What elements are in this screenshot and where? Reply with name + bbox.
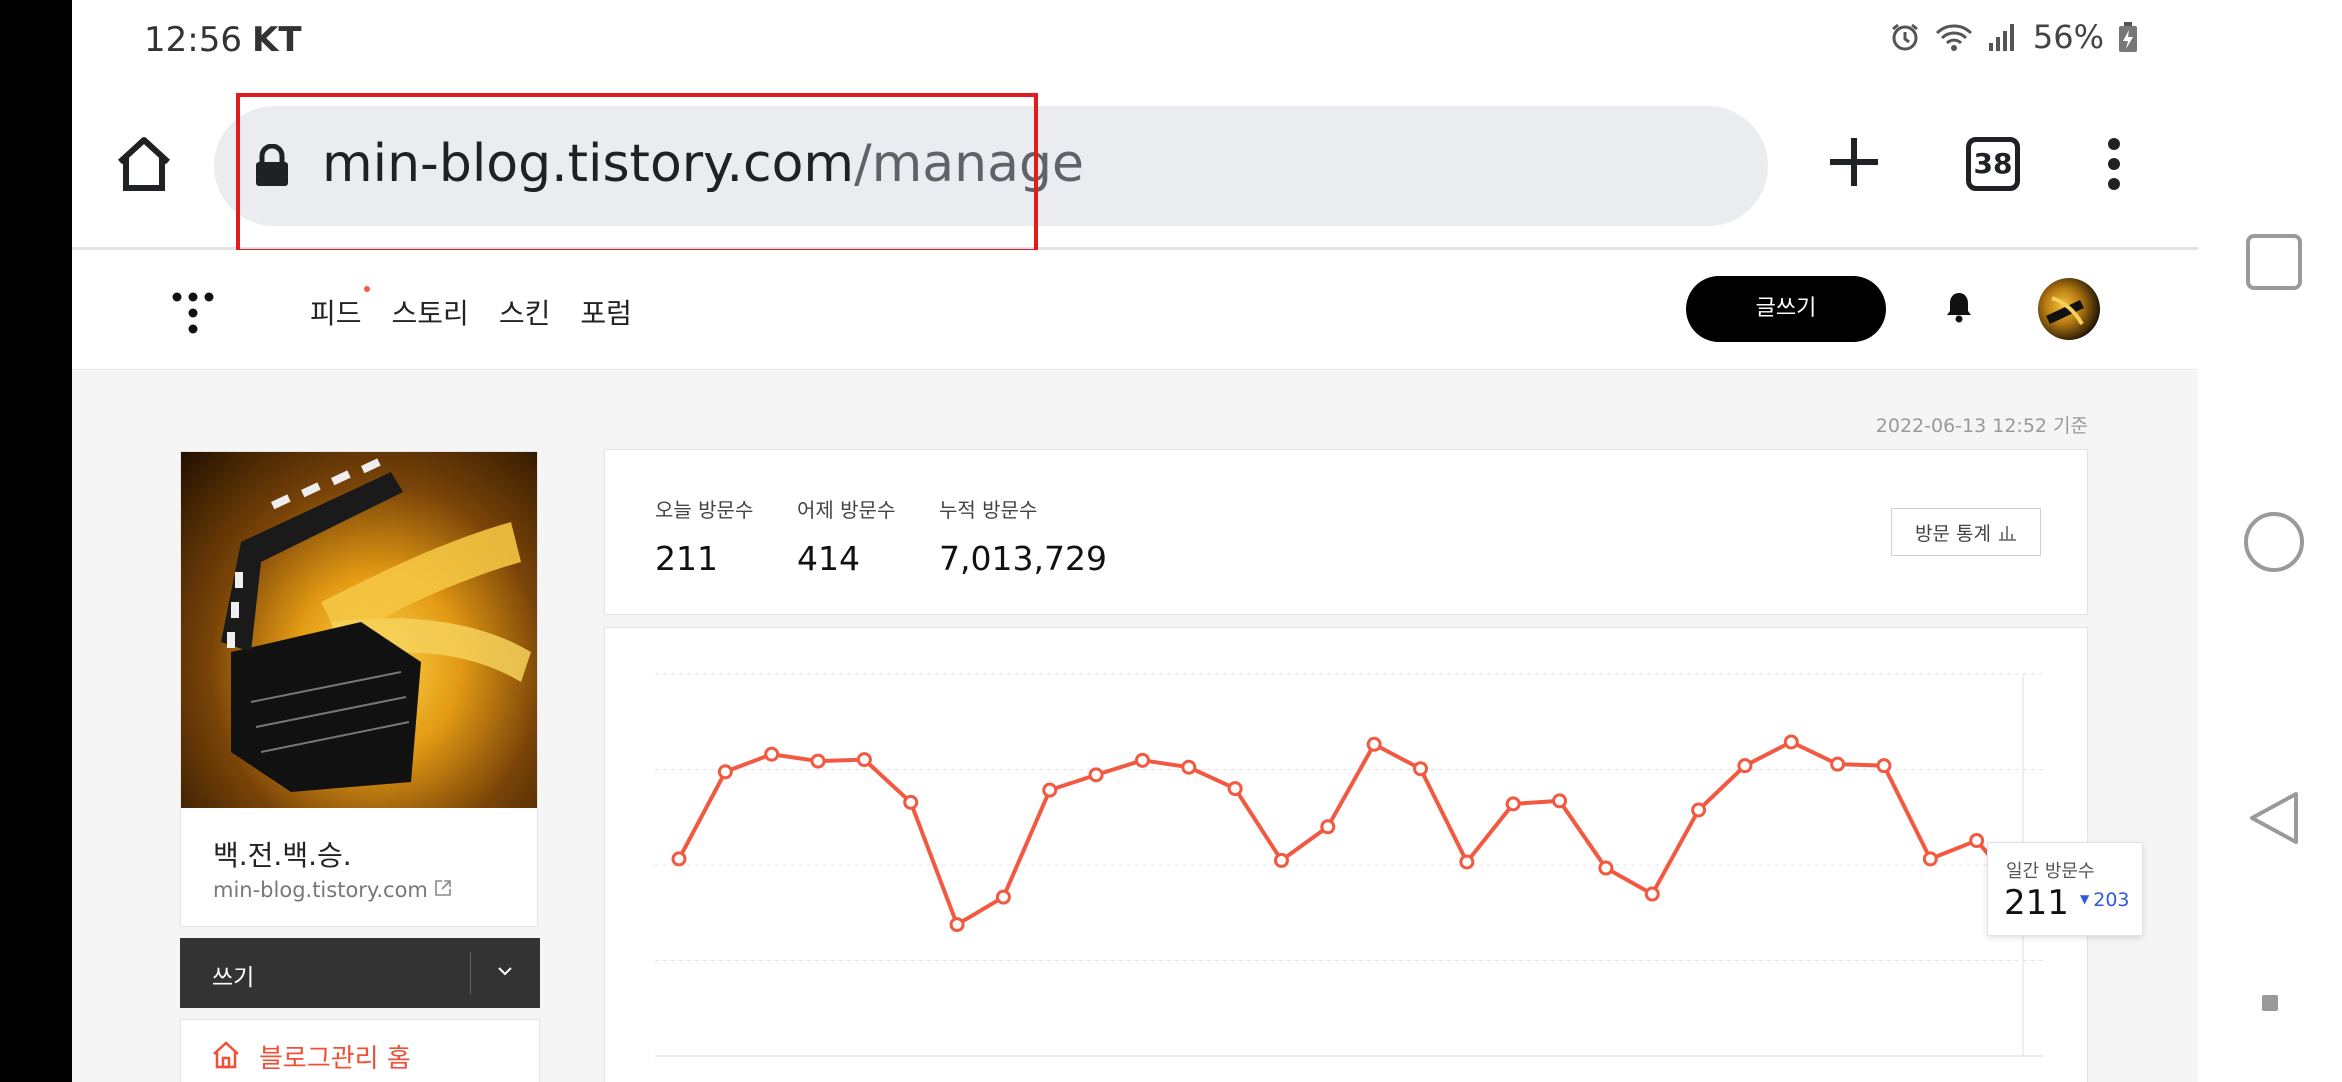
battery-percent: 56% — [2032, 18, 2104, 56]
tooltip-label: 일간 방문수 — [2006, 861, 2095, 882]
data-point[interactable] — [717, 764, 733, 780]
browser-toolbar: min-blog.tistory.com/manage 38 — [72, 82, 2198, 253]
data-point[interactable] — [1598, 860, 1614, 876]
data-point[interactable] — [1088, 767, 1104, 783]
data-point[interactable] — [671, 851, 687, 867]
blog-url-link[interactable]: min-blog.tistory.com — [213, 878, 452, 902]
status-time: 12:56 KT — [144, 20, 302, 60]
data-point[interactable] — [1320, 819, 1336, 835]
site-nav: 피드 스토리 스킨 포럼 — [310, 286, 632, 332]
status-carrier: KT — [251, 20, 302, 60]
blog-profile-card: 백.전.백.승. min-blog.tistory.com — [180, 451, 538, 927]
home-icon[interactable] — [112, 132, 176, 196]
signal-icon — [1988, 24, 2014, 51]
phone-screen: 12:56 KT 56% min-blog.tistory.com/manage … — [72, 0, 2198, 1082]
status-icons: 56% — [1889, 18, 2138, 56]
data-point[interactable] — [1366, 736, 1382, 752]
status-bar: 12:56 KT 56% — [72, 0, 2198, 82]
data-point[interactable] — [1783, 734, 1799, 750]
tooltip-value: 211 — [2004, 883, 2069, 923]
menu-home-label: 블로그관리 홈 — [259, 1044, 411, 1074]
data-point[interactable] — [995, 889, 1011, 905]
blog-cover-image[interactable] — [181, 452, 537, 808]
data-point[interactable] — [1552, 793, 1568, 809]
external-link-icon — [434, 878, 452, 902]
home-icon — [213, 1041, 239, 1069]
write-divider — [470, 952, 471, 994]
battery-charging-icon — [2119, 22, 2137, 52]
nav-skin[interactable]: 스킨 — [499, 292, 551, 332]
menu-blog-manage-home[interactable]: 블로그관리 홈 — [180, 1019, 540, 1082]
home-circle-icon[interactable] — [2244, 512, 2304, 572]
nav-forum[interactable]: 포럼 — [580, 292, 632, 332]
data-point[interactable] — [764, 746, 780, 762]
stat-yesterday-value: 414 — [797, 539, 860, 578]
avatar[interactable] — [2038, 278, 2100, 340]
stat-total: 누적 방문수 7,013,729 — [939, 494, 1107, 578]
triangle-down-icon: ▼ — [2080, 892, 2090, 906]
data-point[interactable] — [1737, 758, 1753, 774]
write-dropdown[interactable]: 쓰기 — [180, 938, 540, 1008]
data-point[interactable] — [856, 752, 872, 768]
stat-today-label: 오늘 방문수 — [655, 498, 754, 522]
nav-feed[interactable]: 피드 — [310, 286, 370, 332]
data-point[interactable] — [1227, 781, 1243, 797]
new-dot — [363, 286, 370, 292]
stat-total-value: 7,013,729 — [939, 539, 1107, 578]
stat-total-label: 누적 방문수 — [939, 498, 1038, 522]
data-point[interactable] — [1505, 796, 1521, 812]
visit-stats-button[interactable]: 방문 통계 — [1891, 508, 2041, 556]
write-post-button[interactable]: 글쓰기 — [1686, 276, 1886, 342]
alarm-icon — [1891, 23, 1918, 51]
dashboard-content: 2022-06-13 12:52 기준 백.전.백.승. min-blog.ti… — [72, 371, 2198, 1082]
nav-story[interactable]: 스토리 — [392, 292, 469, 332]
chart-tooltip: 일간 방문수 211 ▼ 203 — [1987, 842, 2143, 936]
data-point[interactable] — [810, 753, 826, 769]
data-point[interactable] — [1273, 852, 1289, 868]
stat-yesterday: 어제 방문수 414 — [797, 494, 895, 578]
recents-icon[interactable] — [2246, 234, 2302, 290]
stat-today: 오늘 방문수 211 — [655, 494, 753, 578]
visit-stats-label: 방문 통계 — [1915, 522, 1991, 545]
wifi-icon — [1935, 24, 1972, 51]
bell-icon[interactable] — [1944, 290, 1974, 324]
chevron-down-icon[interactable] — [494, 960, 516, 982]
data-point[interactable] — [1413, 761, 1429, 777]
data-point[interactable] — [1876, 758, 1892, 774]
url-highlight-box — [236, 93, 1038, 253]
tistory-logo-icon[interactable] — [170, 290, 216, 336]
data-point[interactable] — [1459, 854, 1475, 870]
blog-name[interactable]: 백.전.백.승. — [213, 834, 352, 874]
small-square-icon — [2262, 995, 2278, 1011]
bar-chart-icon — [1998, 526, 2016, 541]
data-point[interactable] — [1042, 782, 1058, 798]
visitor-stats-card: 오늘 방문수 211 어제 방문수 414 누적 방문수 7,013,729 방… — [604, 449, 2088, 615]
data-point[interactable] — [1969, 833, 1985, 849]
plus-icon[interactable] — [1824, 132, 1884, 192]
data-point[interactable] — [1181, 759, 1197, 775]
site-header: 피드 스토리 스킨 포럼 글쓰기 — [72, 250, 2198, 370]
stat-yesterday-label: 어제 방문수 — [797, 498, 896, 522]
data-point[interactable] — [903, 794, 919, 810]
back-icon[interactable] — [2244, 788, 2304, 848]
stats-timestamp: 2022-06-13 12:52 기준 — [1875, 415, 2088, 437]
tooltip-prev-value: ▼ 203 — [2080, 889, 2130, 911]
data-point[interactable] — [1134, 752, 1150, 768]
visits-line-chart — [655, 673, 2043, 1057]
more-vert-icon[interactable] — [2104, 134, 2124, 194]
daily-visits-chart: 일간 방문수 211 ▼ 203 — [604, 627, 2143, 1082]
write-label: 쓰기 — [212, 965, 255, 991]
stat-today-value: 211 — [655, 539, 718, 578]
android-nav-bar — [2198, 0, 2342, 1082]
data-point[interactable] — [1922, 851, 1938, 867]
data-point[interactable] — [1644, 886, 1660, 902]
data-point[interactable] — [1691, 802, 1707, 818]
data-point[interactable] — [1830, 756, 1846, 772]
tab-switcher-button[interactable]: 38 — [1966, 137, 2020, 191]
data-point[interactable] — [949, 917, 965, 933]
